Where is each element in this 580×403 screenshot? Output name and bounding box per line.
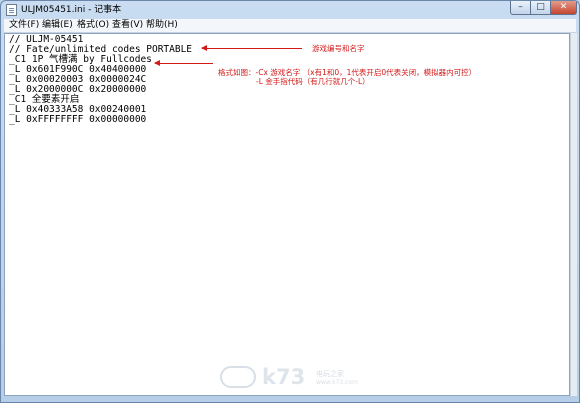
annotation-arrow-format [154,60,213,66]
annotation-game-label: 游戏编号和名字 [312,44,365,53]
text-editor[interactable]: // ULJM-05451 // Fate/unlimited codes PO… [4,33,570,396]
title-bar[interactable]: ULJM05451.ini - 记事本 – □ ✕ [1,1,579,19]
annotation-format-line1: 格式如图：-Cx 游戏名字 （x有1和0，1代表开启0代表关闭，模拟器内可控） [218,68,477,77]
watermark-url: www.k73.com [316,379,358,386]
watermark-brand: k73 [262,365,306,389]
vertical-scrollbar[interactable] [570,33,577,396]
notepad-window: ULJM05451.ini - 记事本 – □ ✕ 文件(F) 编辑(E) 格式… [0,0,580,403]
maximize-button[interactable]: □ [531,1,551,15]
close-button[interactable]: ✕ [551,1,577,15]
annotation-arrow-game [201,45,302,51]
editor-content: // ULJM-05451 // Fate/unlimited codes PO… [9,34,193,125]
gamepad-icon [220,366,256,388]
window-title: ULJM05451.ini - 记事本 [21,5,122,15]
menu-file[interactable]: 文件(F) [9,19,39,32]
menu-format[interactable]: 格式(O) [77,19,109,32]
notepad-icon [6,4,17,16]
watermark: k73 电玩之家 www.k73.com [220,364,370,390]
minimize-button[interactable]: – [510,1,531,15]
menu-view[interactable]: 查看(V) [112,19,143,32]
menu-edit[interactable]: 编辑(E) [42,19,73,32]
watermark-subtitle: 电玩之家 [316,370,344,378]
menu-bar: 文件(F) 编辑(E) 格式(O) 查看(V) 帮助(H) [4,19,576,33]
annotation-format-line2: -L 金手指代码（有几行就几个-L） [256,77,370,86]
menu-help[interactable]: 帮助(H) [146,19,178,32]
